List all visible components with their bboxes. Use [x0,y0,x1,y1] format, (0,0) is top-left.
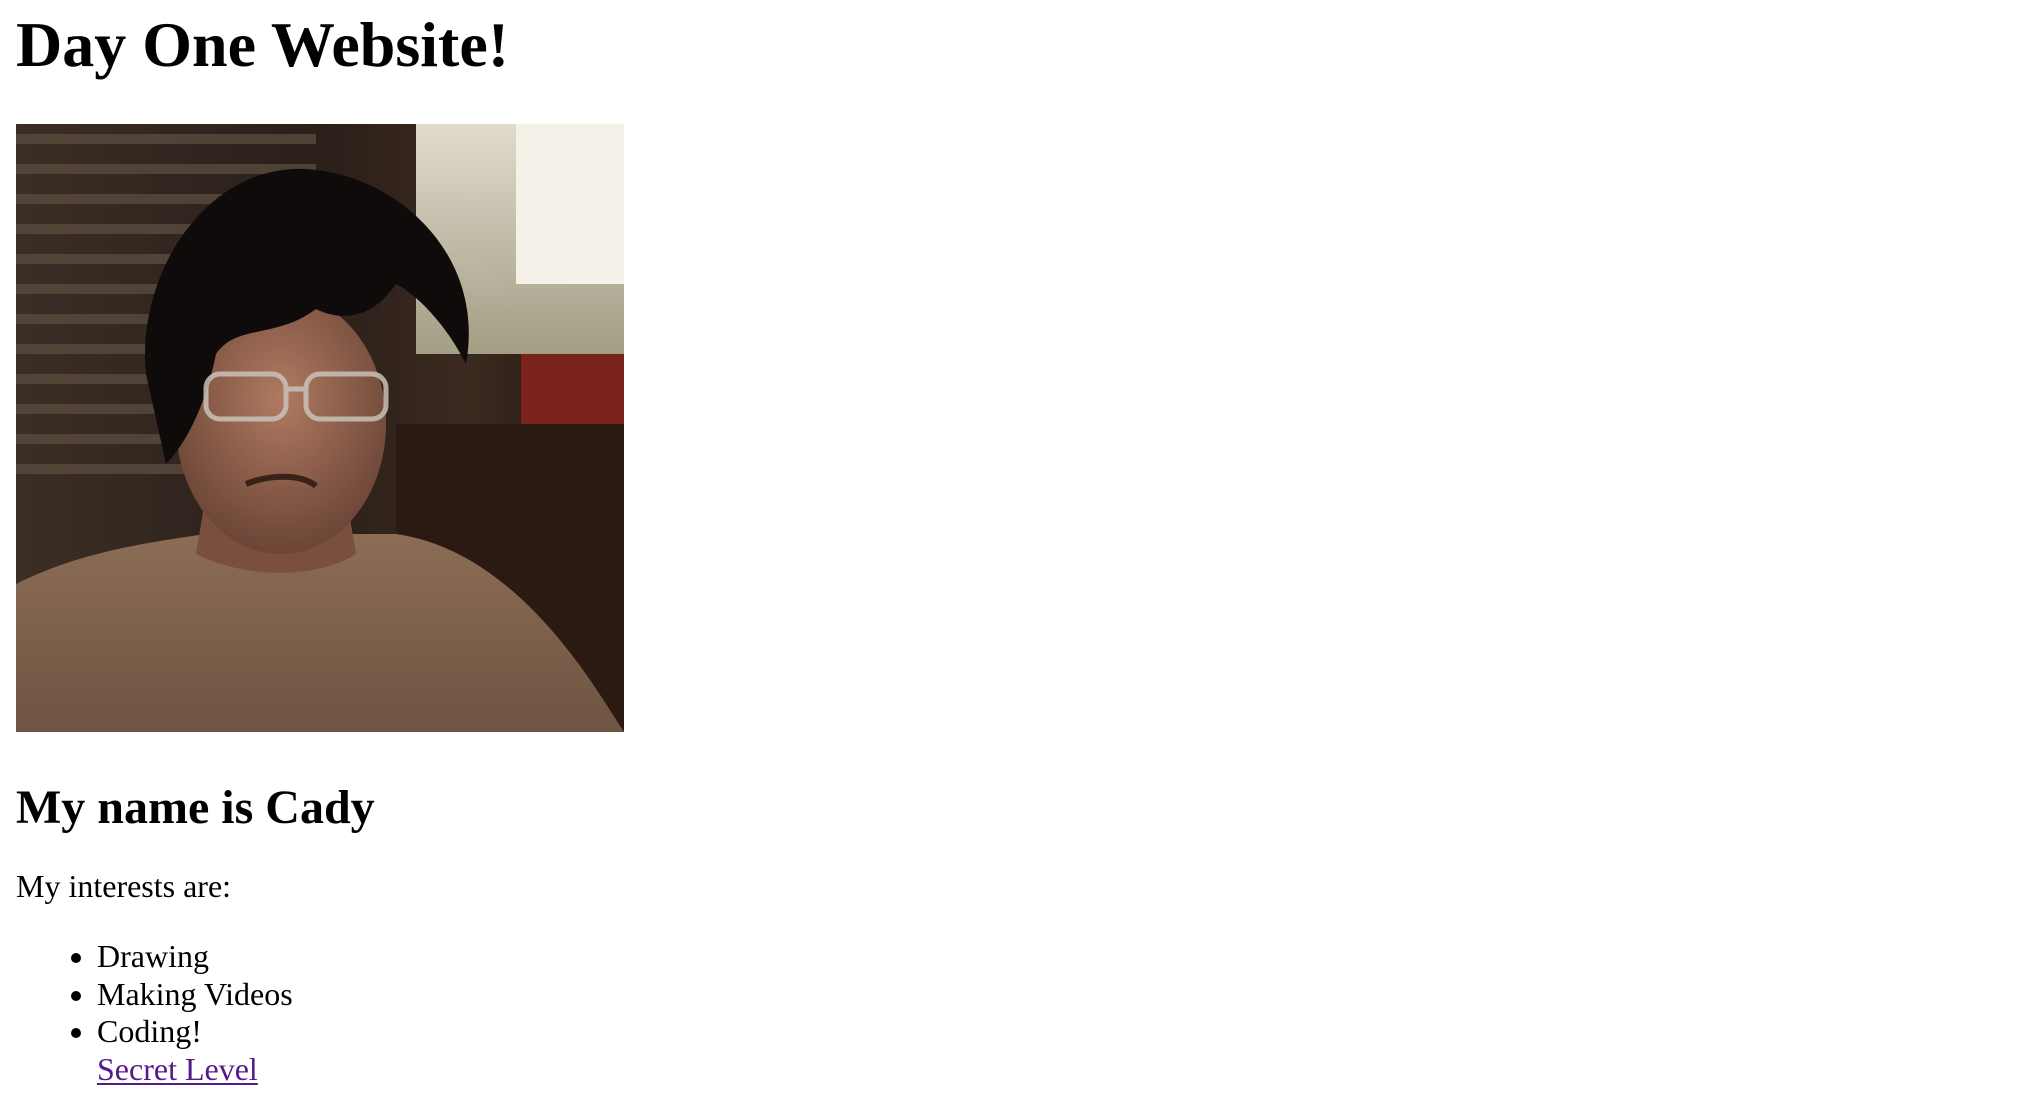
list-item: Coding!Secret Level [97,1013,2040,1088]
list-item-label: Coding! [97,1013,202,1049]
list-item: Making Videos [97,976,2040,1014]
page-title: Day One Website! [16,9,510,80]
name-heading: My name is Cady [16,781,375,834]
interests-list: Drawing Making Videos Coding!Secret Leve… [16,938,2040,1088]
secret-level-link[interactable]: Secret Level [97,1051,258,1087]
page: Day One Website! My name is Cady My inte… [0,0,2040,1088]
profile-photo [16,124,624,732]
interests-intro: My interests are: [16,868,232,904]
list-item: Drawing [97,938,2040,976]
